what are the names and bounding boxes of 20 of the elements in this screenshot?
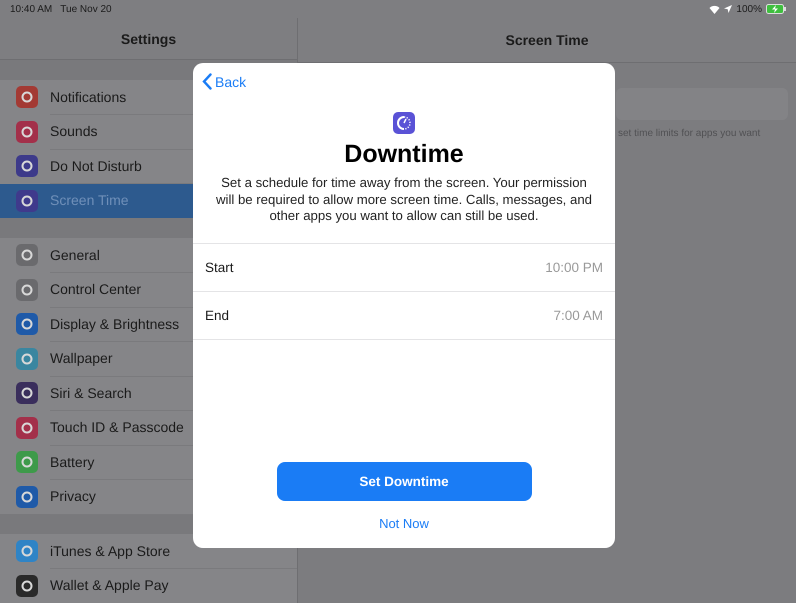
- wifi-icon: [709, 4, 720, 14]
- status-date: Tue Nov 20: [60, 4, 112, 14]
- time-value: 7:00 AM: [553, 308, 603, 322]
- downtime-dial-icon: [393, 112, 415, 134]
- settings-row[interactable]: Wallet & Apple Pay: [0, 568, 297, 603]
- back-link[interactable]: Back: [202, 73, 246, 90]
- dialog-title: Downtime: [344, 140, 464, 169]
- time-value: 10:00 PM: [545, 260, 603, 274]
- battery-charging-icon: [766, 4, 786, 14]
- time-row[interactable]: End 7:00 AM: [193, 292, 615, 340]
- time-label: Start: [205, 260, 234, 274]
- battery-percentage: 100%: [736, 4, 762, 14]
- time-label: End: [205, 308, 230, 322]
- time-row[interactable]: Start 10:00 PM: [193, 244, 615, 292]
- chevron-left-icon: [202, 73, 212, 90]
- set-downtime-button[interactable]: Set Downtime: [276, 462, 532, 501]
- not-now-link[interactable]: Not Now: [373, 515, 435, 532]
- location-arrow-icon: [724, 5, 732, 13]
- status-time: 10:40 AM: [10, 4, 52, 14]
- sidebar-title: Settings: [0, 18, 297, 60]
